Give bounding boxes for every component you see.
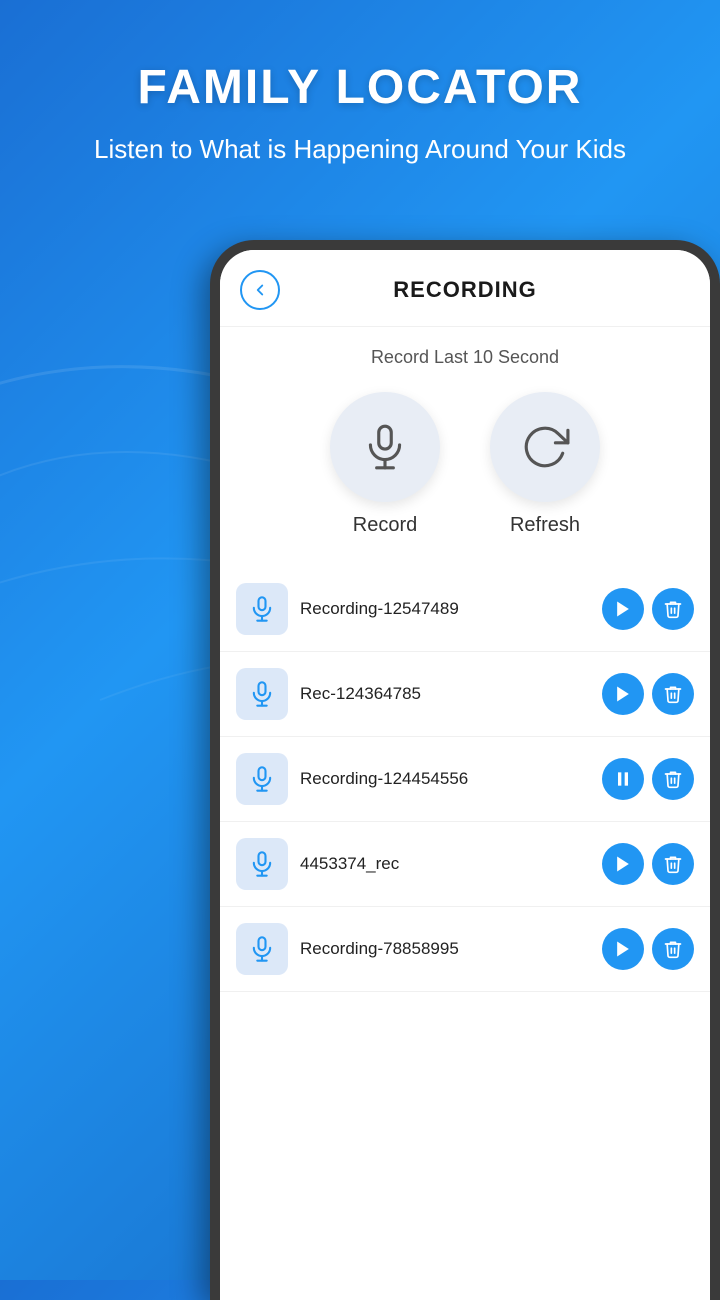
play-icon — [613, 939, 633, 959]
record-subtitle: Record Last 10 Second — [240, 347, 690, 368]
pause-button[interactable] — [602, 758, 644, 800]
refresh-icon — [520, 422, 570, 472]
pause-icon — [613, 769, 633, 789]
record-section: Record Last 10 Second Record — [220, 327, 710, 567]
recording-actions — [602, 843, 694, 885]
mic-icon-box — [236, 583, 288, 635]
play-button[interactable] — [602, 673, 644, 715]
recording-name: Rec-124364785 — [300, 684, 590, 704]
mic-icon — [248, 850, 276, 878]
record-circle[interactable] — [330, 392, 440, 502]
refresh-label: Refresh — [510, 514, 580, 537]
recording-item: Recording-124454556 — [220, 737, 710, 822]
trash-icon — [663, 939, 683, 959]
play-button[interactable] — [602, 588, 644, 630]
record-label: Record — [353, 514, 417, 537]
microphone-icon — [360, 422, 410, 472]
recording-actions — [602, 928, 694, 970]
play-icon — [613, 854, 633, 874]
mic-icon-box — [236, 668, 288, 720]
mic-icon-box — [236, 923, 288, 975]
mic-icon — [248, 595, 276, 623]
mic-icon — [248, 680, 276, 708]
recording-name: 4453374_rec — [300, 854, 590, 874]
play-icon — [613, 684, 633, 704]
recording-name: Recording-12547489 — [300, 599, 590, 619]
mic-icon — [248, 765, 276, 793]
trash-icon — [663, 684, 683, 704]
mic-icon-box — [236, 838, 288, 890]
action-buttons: Record Refresh — [240, 392, 690, 557]
trash-icon — [663, 854, 683, 874]
recording-item: Recording-78858995 — [220, 907, 710, 992]
delete-button[interactable] — [652, 758, 694, 800]
play-button[interactable] — [602, 928, 644, 970]
delete-button[interactable] — [652, 928, 694, 970]
delete-button[interactable] — [652, 673, 694, 715]
screen-header: RECORDING — [220, 250, 710, 327]
mic-icon-box — [236, 753, 288, 805]
refresh-button-wrap[interactable]: Refresh — [490, 392, 600, 537]
recording-item: 4453374_rec — [220, 822, 710, 907]
recording-actions — [602, 588, 694, 630]
app-title: FAMILY LOCATOR — [40, 60, 680, 115]
delete-button[interactable] — [652, 588, 694, 630]
recording-actions — [602, 673, 694, 715]
recording-actions — [602, 758, 694, 800]
trash-icon — [663, 599, 683, 619]
play-button[interactable] — [602, 843, 644, 885]
recording-item: Rec-124364785 — [220, 652, 710, 737]
refresh-circle[interactable] — [490, 392, 600, 502]
recording-name: Recording-124454556 — [300, 769, 590, 789]
header-area: FAMILY LOCATOR Listen to What is Happeni… — [0, 0, 720, 197]
play-icon — [613, 599, 633, 619]
phone-mockup: RECORDING Record Last 10 Second — [210, 240, 720, 1300]
app-subtitle: Listen to What is Happening Around Your … — [40, 131, 680, 167]
delete-button[interactable] — [652, 843, 694, 885]
trash-icon — [663, 769, 683, 789]
mic-icon — [248, 935, 276, 963]
back-button[interactable] — [240, 270, 280, 310]
recording-list: Recording-12547489 Rec-124364785 Recordi… — [220, 567, 710, 992]
screen-title: RECORDING — [280, 277, 650, 303]
phone-screen: RECORDING Record Last 10 Second — [220, 250, 710, 1300]
recording-name: Recording-78858995 — [300, 939, 590, 959]
record-button-wrap[interactable]: Record — [330, 392, 440, 537]
recording-item: Recording-12547489 — [220, 567, 710, 652]
